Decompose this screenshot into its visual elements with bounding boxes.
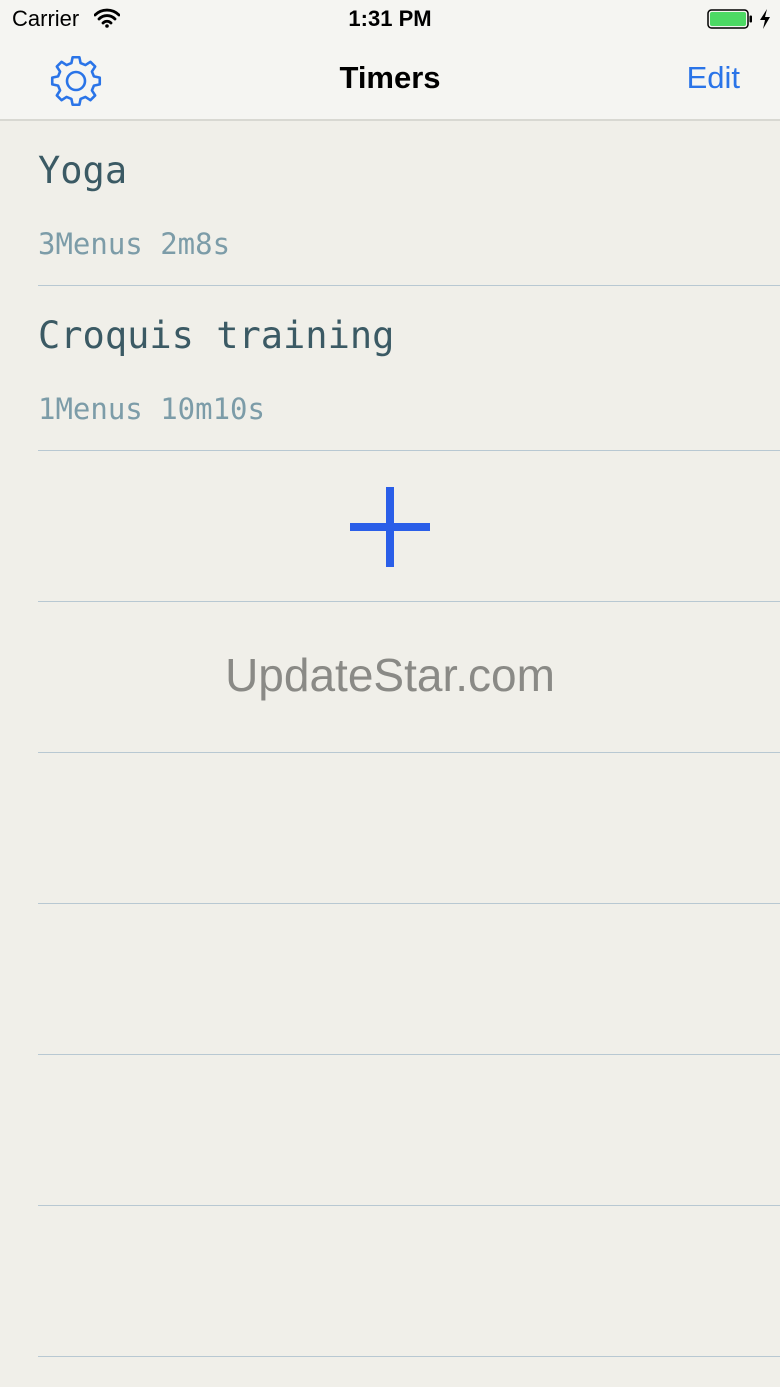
- add-timer-button[interactable]: [350, 487, 430, 567]
- timer-row-croquis-training[interactable]: Croquis training 1Menus 10m10s: [38, 286, 780, 451]
- timer-list: Yoga 3Menus 2m8s Croquis training 1Menus…: [0, 121, 780, 1357]
- empty-row: [38, 904, 780, 1055]
- watermark-row: UpdateStar.com: [38, 602, 780, 753]
- timer-row-yoga[interactable]: Yoga 3Menus 2m8s: [38, 121, 780, 286]
- page-title: Timers: [339, 60, 441, 95]
- status-bar: Carrier 1:31 PM: [0, 0, 780, 40]
- battery-icon: [707, 9, 753, 29]
- timer-name: Yoga: [38, 149, 128, 192]
- edit-button[interactable]: Edit: [687, 60, 740, 96]
- add-timer-row: [38, 451, 780, 602]
- status-time: 1:31 PM: [348, 6, 432, 31]
- timer-detail: 3Menus 2m8s: [38, 227, 231, 261]
- empty-row: [38, 1206, 780, 1357]
- navigation-bar: Timers Edit: [0, 40, 780, 121]
- charging-bolt-icon: [758, 8, 772, 30]
- timer-detail: 1Menus 10m10s: [38, 392, 265, 426]
- plus-icon: [350, 487, 430, 567]
- empty-row: [38, 1055, 780, 1206]
- watermark-text: UpdateStar.com: [225, 649, 555, 701]
- empty-row: [38, 753, 780, 904]
- timer-name: Croquis training: [38, 314, 395, 357]
